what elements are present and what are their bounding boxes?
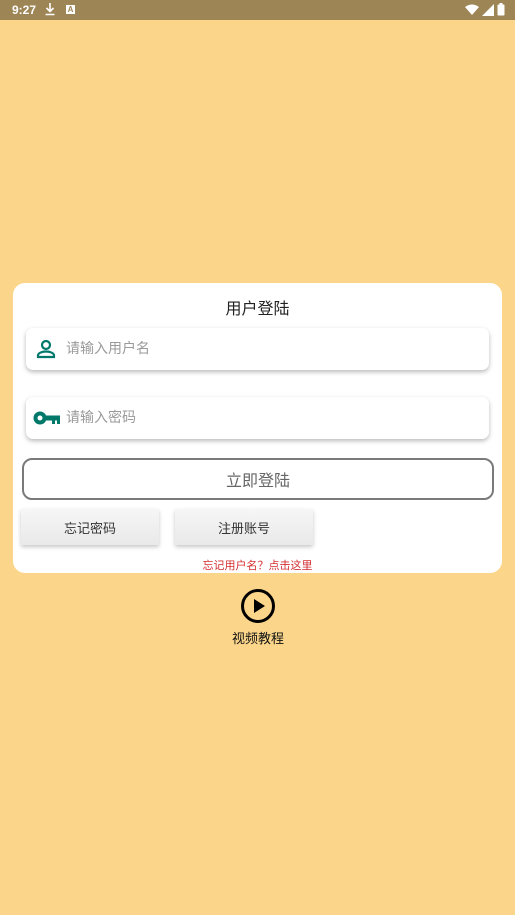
key-icon [32, 406, 62, 430]
status-right-icons [465, 3, 505, 16]
login-card: 用户登陆 立即登陆 忘记密码 注册账号 忘记用户名？点击这里 [13, 283, 502, 573]
download-icon [44, 2, 56, 19]
battery-icon [497, 3, 505, 16]
password-input[interactable] [66, 397, 476, 439]
play-circle-icon[interactable] [240, 588, 276, 624]
video-tutorial-label[interactable]: 视频教程 [208, 628, 308, 647]
signal-icon [482, 3, 494, 16]
status-time: 9:27 [12, 3, 37, 17]
password-field[interactable] [26, 397, 489, 439]
username-input[interactable] [66, 328, 476, 370]
forgot-password-button[interactable]: 忘记密码 [21, 509, 159, 545]
forgot-username-link[interactable]: 忘记用户名？点击这里 [13, 557, 502, 573]
login-button[interactable]: 立即登陆 [22, 458, 494, 500]
username-field[interactable] [26, 328, 489, 370]
user-icon [34, 337, 58, 361]
a-icon: A [66, 5, 75, 14]
login-title: 用户登陆 [225, 299, 290, 318]
video-tutorial[interactable]: 视频教程 [208, 588, 308, 647]
wifi-icon [465, 4, 479, 15]
register-button[interactable]: 注册账号 [175, 509, 313, 545]
status-bar: 9:27 A [0, 0, 515, 20]
